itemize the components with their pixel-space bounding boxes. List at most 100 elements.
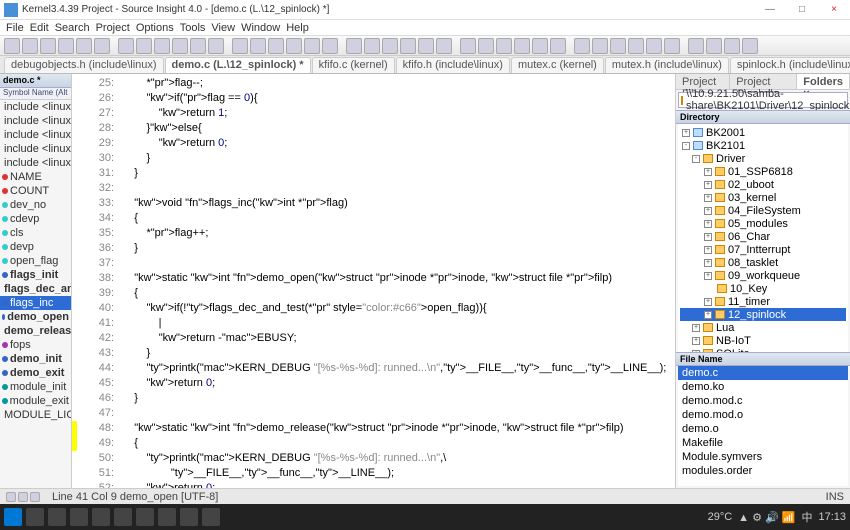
document-tab[interactable]: kfifo.h (include\linux) bbox=[396, 57, 510, 73]
tree-item[interactable]: -Driver bbox=[680, 152, 846, 165]
tree-item[interactable]: +NB-IoT bbox=[680, 334, 846, 347]
tray-icons[interactable]: ▲ ⚙ 🔊 📶 bbox=[738, 511, 795, 524]
menu-file[interactable]: File bbox=[6, 22, 24, 34]
symbol-item[interactable]: include <linux bbox=[0, 114, 71, 128]
toolbar-button[interactable] bbox=[232, 38, 248, 54]
close-button[interactable]: × bbox=[822, 2, 846, 18]
start-button[interactable] bbox=[4, 508, 22, 526]
tree-item[interactable]: +07_Intterrupt bbox=[680, 243, 846, 256]
toolbar-button[interactable] bbox=[400, 38, 416, 54]
ime[interactable]: 中 bbox=[801, 509, 812, 525]
maximize-button[interactable]: □ bbox=[790, 2, 814, 18]
toolbar-button[interactable] bbox=[208, 38, 224, 54]
tree-item[interactable]: +06_Char bbox=[680, 230, 846, 243]
toolbar-button[interactable] bbox=[268, 38, 284, 54]
file-item[interactable]: demo.o bbox=[678, 422, 848, 436]
symbol-item[interactable]: include <linux bbox=[0, 128, 71, 142]
toolbar-button[interactable] bbox=[364, 38, 380, 54]
toolbar-button[interactable] bbox=[382, 38, 398, 54]
file-item[interactable]: modules.order bbox=[678, 464, 848, 478]
toolbar-button[interactable] bbox=[172, 38, 188, 54]
file-list[interactable]: demo.cdemo.kodemo.mod.cdemo.mod.odemo.oM… bbox=[678, 366, 848, 486]
tree-item[interactable]: +11_timer bbox=[680, 295, 846, 308]
toolbar-button[interactable] bbox=[304, 38, 320, 54]
document-tab[interactable]: mutex.h (include\linux) bbox=[605, 57, 729, 73]
file-item[interactable]: demo.mod.o bbox=[678, 408, 848, 422]
toolbar-button[interactable] bbox=[460, 38, 476, 54]
symbol-item[interactable]: devp bbox=[0, 240, 71, 254]
symbol-item[interactable]: demo_init bbox=[0, 352, 71, 366]
toolbar-button[interactable] bbox=[94, 38, 110, 54]
symbol-item[interactable]: fops bbox=[0, 338, 71, 352]
file-item[interactable]: demo.ko bbox=[678, 380, 848, 394]
symbol-item[interactable]: include <linux bbox=[0, 100, 71, 114]
clock[interactable]: 17:13 bbox=[818, 511, 846, 523]
symbol-item[interactable]: demo_release bbox=[0, 324, 71, 338]
toolbar-button[interactable] bbox=[22, 38, 38, 54]
project-tab[interactable]: Project Files bbox=[676, 74, 730, 89]
symbol-item[interactable]: module_exit bbox=[0, 394, 71, 408]
toolbar-button[interactable] bbox=[592, 38, 608, 54]
toolbar-button[interactable] bbox=[496, 38, 512, 54]
document-tab[interactable]: kfifo.c (kernel) bbox=[312, 57, 395, 73]
directory-tree[interactable]: +BK2001-BK2101-Driver+01_SSP6818+02_uboo… bbox=[678, 124, 848, 352]
file-item[interactable]: Module.symvers bbox=[678, 450, 848, 464]
file-item[interactable]: demo.c bbox=[678, 366, 848, 380]
weather[interactable]: 29°C bbox=[708, 511, 733, 523]
toolbar-button[interactable] bbox=[532, 38, 548, 54]
app-icon-5[interactable] bbox=[158, 508, 176, 526]
menu-search[interactable]: Search bbox=[55, 22, 90, 34]
toolbar-button[interactable] bbox=[436, 38, 452, 54]
tree-item[interactable]: -BK2101 bbox=[680, 139, 846, 152]
menu-tools[interactable]: Tools bbox=[180, 22, 206, 34]
toolbar-button[interactable] bbox=[610, 38, 626, 54]
document-tab[interactable]: debugobjects.h (include\linux) bbox=[4, 57, 164, 73]
tree-item[interactable]: +03_kernel bbox=[680, 191, 846, 204]
project-tab[interactable]: Folders × bbox=[797, 74, 850, 89]
toolbar-button[interactable] bbox=[418, 38, 434, 54]
symbol-item[interactable]: dev_no bbox=[0, 198, 71, 212]
symbol-item[interactable]: cdevp bbox=[0, 212, 71, 226]
app-icon-3[interactable] bbox=[114, 508, 132, 526]
project-tab[interactable]: Project Symbols bbox=[730, 74, 797, 89]
tree-item[interactable]: +01_SSP6818 bbox=[680, 165, 846, 178]
symbol-item[interactable]: flags_inc bbox=[0, 296, 71, 310]
search-icon[interactable] bbox=[26, 508, 44, 526]
toolbar-button[interactable] bbox=[688, 38, 704, 54]
toolbar-button[interactable] bbox=[706, 38, 722, 54]
tree-item[interactable]: +BK2001 bbox=[680, 126, 846, 139]
toolbar-button[interactable] bbox=[664, 38, 680, 54]
app-icon-7[interactable] bbox=[202, 508, 220, 526]
tree-item[interactable]: +09_workqueue bbox=[680, 269, 846, 282]
symbol-item[interactable]: demo_open bbox=[0, 310, 71, 324]
toolbar-button[interactable] bbox=[574, 38, 590, 54]
app-icon-1[interactable] bbox=[70, 508, 88, 526]
code-editor[interactable]: 25:26:27:28:29:30:31:32:33:34:35:36:37:3… bbox=[72, 74, 675, 488]
tree-item[interactable]: +04_FileSystem bbox=[680, 204, 846, 217]
menu-options[interactable]: Options bbox=[136, 22, 174, 34]
code-area[interactable]: *"pr">flag--; "kw">if("pr">flag == 0){ "… bbox=[122, 74, 675, 488]
task-view-icon[interactable] bbox=[48, 508, 66, 526]
toolbar-button[interactable] bbox=[286, 38, 302, 54]
symbol-item[interactable]: demo_exit bbox=[0, 366, 71, 380]
document-tab[interactable]: mutex.c (kernel) bbox=[511, 57, 604, 73]
toolbar-button[interactable] bbox=[154, 38, 170, 54]
symbol-item[interactable]: COUNT bbox=[0, 184, 71, 198]
file-item[interactable]: Makefile bbox=[678, 436, 848, 450]
toolbar-button[interactable] bbox=[742, 38, 758, 54]
symbol-item[interactable]: module_init bbox=[0, 380, 71, 394]
app-icon-4[interactable] bbox=[136, 508, 154, 526]
symbol-item[interactable]: cls bbox=[0, 226, 71, 240]
toolbar-button[interactable] bbox=[136, 38, 152, 54]
toolbar-button[interactable] bbox=[250, 38, 266, 54]
menu-edit[interactable]: Edit bbox=[30, 22, 49, 34]
windows-taskbar[interactable]: 29°C ▲ ⚙ 🔊 📶 中 17:13 bbox=[0, 504, 850, 530]
toolbar-button[interactable] bbox=[724, 38, 740, 54]
toolbar-button[interactable] bbox=[346, 38, 362, 54]
toolbar-button[interactable] bbox=[514, 38, 530, 54]
toolbar-button[interactable] bbox=[76, 38, 92, 54]
toolbar-button[interactable] bbox=[118, 38, 134, 54]
symbol-item[interactable]: include <linux bbox=[0, 142, 71, 156]
symbol-item[interactable]: NAME bbox=[0, 170, 71, 184]
toolbar-button[interactable] bbox=[4, 38, 20, 54]
